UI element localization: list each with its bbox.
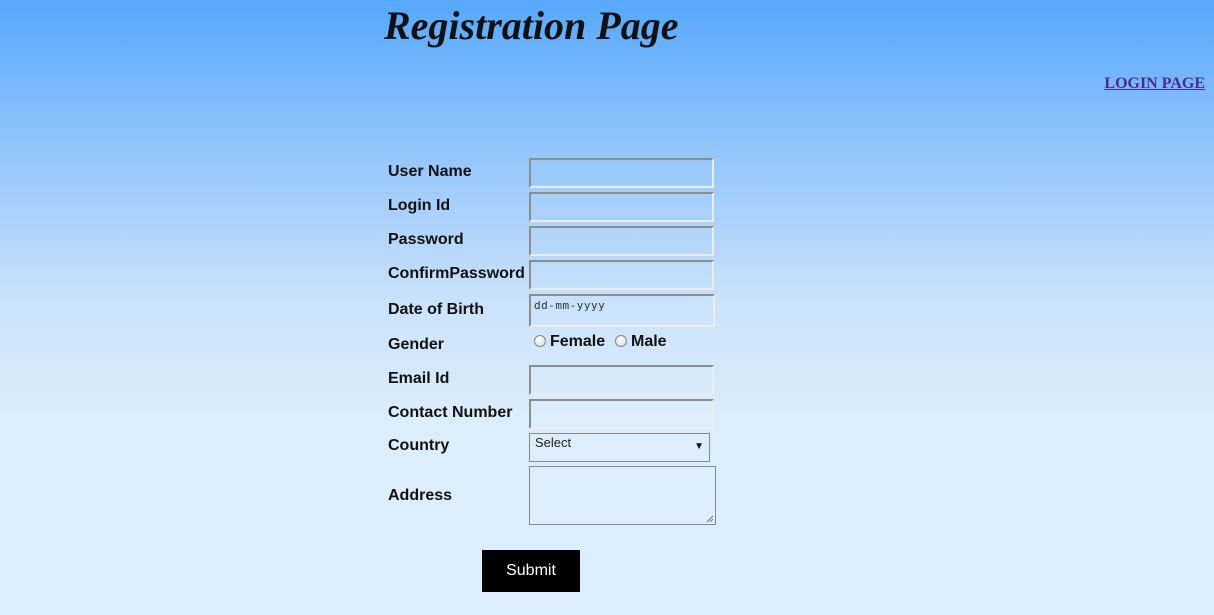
- email-label: Email Id: [388, 370, 450, 387]
- date-of-birth-label: Date of Birth: [388, 301, 484, 318]
- address-label: Address: [388, 487, 453, 504]
- contact-number-input[interactable]: [529, 399, 714, 429]
- address-textarea[interactable]: [529, 466, 716, 525]
- contact-number-label: Contact Number: [388, 404, 513, 421]
- submit-button[interactable]: Submit: [482, 550, 580, 592]
- gender-female-label[interactable]: Female: [550, 333, 605, 351]
- gender-male-radio[interactable]: [615, 335, 627, 347]
- gender-label: Gender: [388, 336, 445, 353]
- country-selected-value: Select: [535, 435, 572, 450]
- gender-male-label[interactable]: Male: [631, 333, 667, 351]
- gender-female-radio[interactable]: [534, 335, 546, 347]
- login-page-link[interactable]: LOGIN PAGE: [1104, 75, 1205, 93]
- resize-handle-icon[interactable]: [706, 515, 714, 523]
- user-name-label: User Name: [388, 163, 472, 180]
- page-title: Registration Page: [384, 3, 679, 48]
- user-name-input[interactable]: [529, 158, 714, 188]
- country-select[interactable]: Select ▼: [529, 433, 710, 462]
- confirm-password-input[interactable]: [529, 260, 714, 290]
- password-input[interactable]: [529, 226, 714, 256]
- confirm-password-label: ConfirmPassword: [388, 265, 525, 282]
- date-of-birth-input[interactable]: dd-mm-yyyy: [529, 294, 715, 327]
- dropdown-arrow-icon: ▼: [694, 441, 704, 452]
- login-id-label: Login Id: [388, 197, 451, 214]
- login-id-input[interactable]: [529, 192, 714, 222]
- country-label: Country: [388, 437, 450, 454]
- password-label: Password: [388, 231, 464, 248]
- date-placeholder: dd-mm-yyyy: [534, 299, 606, 312]
- email-input[interactable]: [529, 365, 714, 395]
